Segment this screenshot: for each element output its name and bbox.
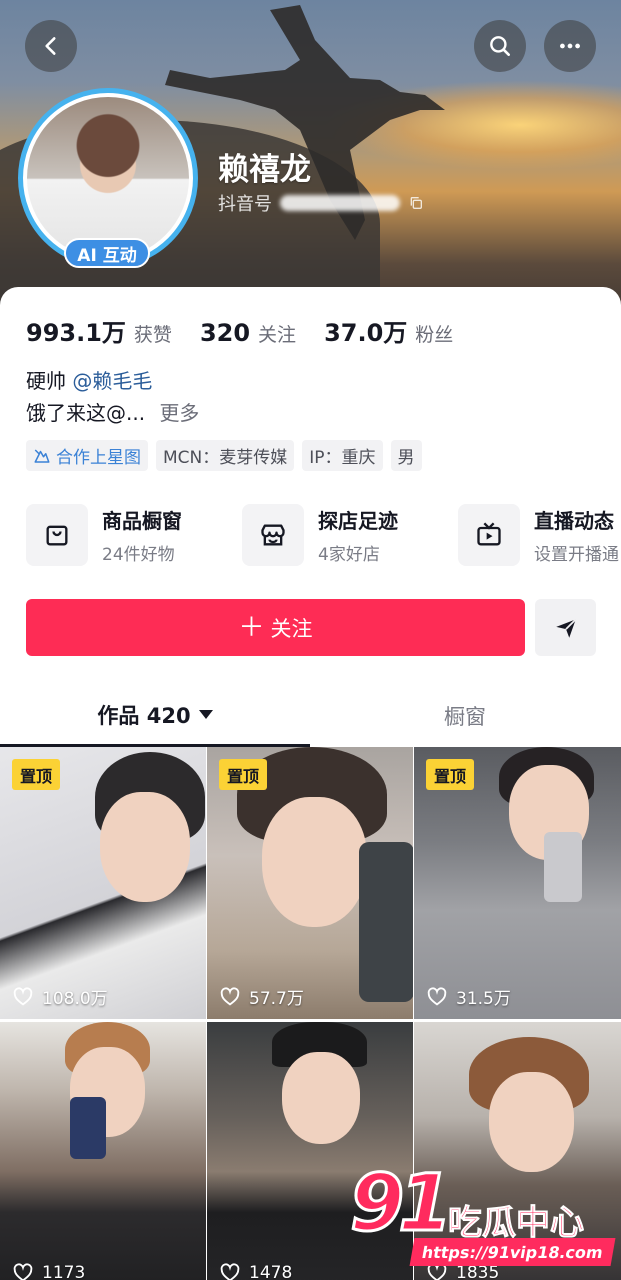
heart-icon [13, 1263, 33, 1280]
watermark-text: 吃瓜中心 [448, 1203, 585, 1244]
bio-text: 饿了来这@... [26, 401, 146, 425]
video-thumbnail[interactable]: 置顶 108.0万 [0, 747, 206, 1019]
shopping-bag-icon [26, 504, 88, 566]
profile-tags: 合作上星图 MCN：麦芽传媒 IP：重庆 男 [26, 440, 422, 471]
more-options-button[interactable] [544, 20, 596, 72]
follow-button[interactable]: ＋ 关注 [26, 599, 525, 656]
stat-value: 320 [199, 319, 251, 347]
store-icon [242, 504, 304, 566]
caret-down-icon [198, 709, 213, 719]
stats-row: 993.1万 获赞 320 关注 37.0万 粉丝 [26, 313, 453, 348]
stat-label: 粉丝 [415, 324, 454, 346]
stat-value: 993.1万 [26, 319, 126, 347]
back-arrow-icon [45, 37, 56, 55]
live-tv-icon [458, 504, 520, 566]
tag-mcn[interactable]: MCN：麦芽传媒 [156, 440, 295, 471]
heart-icon [220, 986, 240, 1005]
service-subtitle: 设置开播通 [534, 545, 619, 565]
content-tabs: 作品 420 橱窗 [0, 685, 621, 747]
like-count: 1478 [219, 1262, 292, 1280]
video-thumbnail[interactable]: 置顶 31.5万 [414, 747, 621, 1019]
more-dots-icon [560, 43, 580, 49]
like-count: 57.7万 [219, 984, 304, 1009]
site-watermark: 91 吃瓜中心 https://91vip18.com [349, 1159, 616, 1275]
avatar-image [27, 97, 189, 259]
service-title: 商品橱窗 [102, 509, 182, 533]
bio-mention-link[interactable]: @赖毛毛 [72, 369, 152, 393]
service-subtitle: 24件好物 [102, 545, 175, 565]
service-subtitle: 4家好店 [318, 545, 380, 565]
profile-nickname: 赖禧龙 [218, 152, 311, 188]
like-count: 31.5万 [426, 984, 511, 1009]
like-count-value: 108.0万 [42, 989, 108, 1009]
copy-icon [410, 197, 422, 209]
like-count-value: 31.5万 [456, 989, 511, 1009]
service-entries: 商品橱窗 24件好物 探店足迹 4家好店 直播动态 设置开播通 [26, 504, 621, 566]
tag-label: IP：重庆 [309, 448, 376, 468]
douyin-id-redacted [280, 195, 400, 211]
like-count: 1173 [12, 1262, 85, 1280]
tab-label: 作品 420 [97, 703, 191, 728]
video-thumbnail[interactable]: 置顶 57.7万 [207, 747, 413, 1019]
heart-icon [427, 986, 447, 1005]
tag-label: 合作上星图 [56, 448, 141, 468]
video-thumbnail[interactable]: 1173 [0, 1022, 206, 1280]
service-title: 直播动态 [534, 509, 614, 533]
plus-icon: ＋ [238, 612, 265, 643]
like-count-value: 57.7万 [249, 989, 304, 1009]
stat-followers[interactable]: 37.0万 粉丝 [324, 313, 453, 348]
stat-label: 关注 [258, 324, 297, 346]
share-profile-button[interactable] [535, 599, 596, 656]
bio-text: 硬帅 [26, 369, 66, 393]
service-live-updates[interactable]: 直播动态 设置开播通 [458, 504, 621, 566]
back-button[interactable] [25, 20, 77, 72]
tag-label: 男 [397, 448, 415, 468]
pinned-badge: 置顶 [12, 759, 61, 790]
tab-works[interactable]: 作品 420 [0, 685, 310, 747]
profile-bio: 硬帅 @赖毛毛 饿了来这@... 更多 [26, 365, 199, 429]
service-store-visits[interactable]: 探店足迹 4家好店 [242, 504, 458, 566]
stat-following[interactable]: 320 关注 [200, 319, 296, 347]
service-title: 探店足迹 [318, 509, 398, 533]
tab-showcase[interactable]: 橱窗 [310, 685, 620, 747]
douyin-id-row[interactable]: 抖音号 [218, 190, 424, 216]
heart-icon [13, 986, 33, 1005]
follow-label: 关注 [270, 616, 313, 641]
douyin-id-label: 抖音号 [218, 194, 272, 215]
like-count-value: 1173 [42, 1263, 86, 1280]
eagle-silhouette [165, 5, 445, 240]
tag-gender: 男 [390, 440, 422, 471]
tag-star-map[interactable]: 合作上星图 [26, 440, 148, 471]
ai-interact-badge[interactable]: AI 互动 [64, 238, 150, 268]
watermark-url: https://91vip18.com [409, 1238, 616, 1266]
search-button[interactable] [474, 20, 526, 72]
tag-label: MCN：麦芽传媒 [163, 448, 288, 468]
pinned-badge: 置顶 [219, 759, 268, 790]
search-icon [490, 36, 510, 56]
star-map-icon [34, 448, 50, 463]
like-count-value: 1478 [249, 1263, 293, 1280]
watermark-number: 91 [349, 1159, 455, 1249]
send-icon [555, 618, 576, 638]
bio-line-1: 硬帅 @赖毛毛 [26, 365, 199, 397]
stat-likes[interactable]: 993.1万 获赞 [26, 313, 172, 348]
bio-more-link[interactable]: 更多 [159, 401, 199, 425]
like-count: 108.0万 [12, 984, 108, 1009]
service-product-window[interactable]: 商品橱窗 24件好物 [26, 504, 242, 566]
bio-line-2: 饿了来这@... 更多 [26, 397, 199, 429]
stat-label: 获赞 [133, 324, 172, 346]
tag-ip-location: IP：重庆 [302, 440, 383, 471]
tab-label: 橱窗 [444, 705, 486, 729]
pinned-badge: 置顶 [426, 759, 475, 790]
heart-icon [220, 1263, 240, 1280]
profile-cover: AI 互动 赖禧龙 抖音号 [0, 0, 621, 330]
stat-value: 37.0万 [324, 319, 408, 347]
